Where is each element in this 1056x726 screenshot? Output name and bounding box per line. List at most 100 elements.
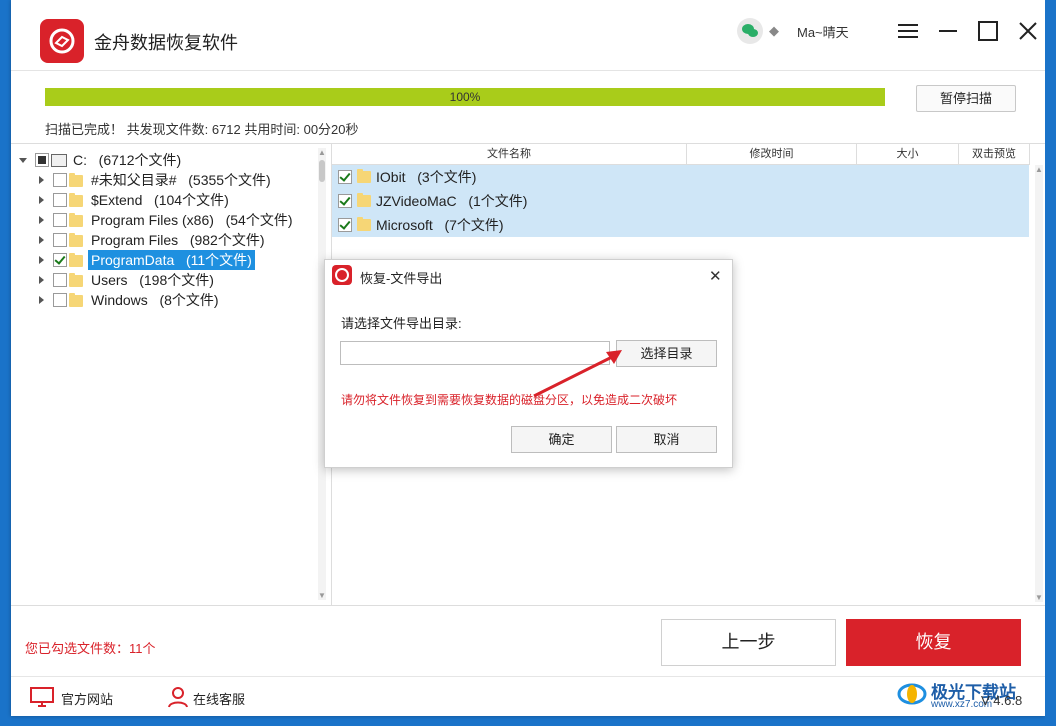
column-header-name[interactable]: 文件名称 [332,144,687,165]
drive-count: (6712个文件) [98,152,182,168]
previous-step-button[interactable]: 上一步 [661,619,836,666]
expand-icon[interactable] [39,296,44,304]
file-name: JZVideoMaC [376,193,457,209]
file-row[interactable]: Microsoft (7个文件) [332,213,1029,237]
app-logo-icon [40,19,84,63]
checkbox[interactable] [53,273,67,287]
ok-button[interactable]: 确定 [511,426,612,453]
username[interactable]: Ma~晴天 [797,22,849,41]
official-site-link[interactable]: 官方网站 [61,689,113,708]
minimize-icon[interactable] [935,18,961,44]
scroll-up-icon[interactable]: ▲ [318,148,326,157]
dialog-title: 恢复-文件导出 [360,271,443,286]
folder-icon [69,273,83,287]
progress-text: 100% [449,90,481,104]
tree-item[interactable]: Users (198个文件) [37,270,327,290]
file-row[interactable]: IObit (3个文件) [332,165,1029,189]
expand-icon[interactable] [39,176,44,184]
tree-item-count: (104个文件) [154,192,229,208]
selected-count-text: 您已勾选文件数：11个 [25,641,156,656]
close-icon[interactable] [1015,18,1041,44]
tree-item-name: #未知父目录# [91,172,177,188]
checkbox[interactable] [53,233,67,247]
dialog-logo-icon [332,265,352,285]
scroll-up-icon[interactable]: ▲ [1035,165,1043,174]
tree-item[interactable]: Windows (8个文件) [37,290,327,310]
folder-icon [69,253,83,267]
customer-service-icon [167,686,189,711]
column-header-modified[interactable]: 修改时间 [687,144,857,165]
tree-item-count: (198个文件) [139,272,214,288]
checkbox[interactable] [53,253,67,267]
checkbox[interactable] [53,213,67,227]
title-bar: 金舟数据恢复软件 ◆ Ma~晴天 [11,0,1045,71]
tree-item-count: (8个文件) [159,292,219,308]
scan-status-text: 扫描已完成！ 共发现文件数: 6712 共用时间: 00分20秒 [45,122,359,137]
folder-icon [69,213,83,227]
file-count: (7个文件) [444,217,504,233]
cancel-button[interactable]: 取消 [616,426,717,453]
tree-item-count: (11个文件) [185,252,252,268]
file-count: (1个文件) [468,193,528,209]
folder-icon [357,193,371,207]
app-window: 金舟数据恢复软件 ◆ Ma~晴天 100% 暂停扫描 扫描已完成！ 共发现文件数… [11,0,1045,716]
expand-icon[interactable] [39,256,44,264]
folder-icon [357,217,371,231]
tree-item[interactable]: $Extend (104个文件) [37,190,327,210]
file-count: (3个文件) [417,169,477,185]
checkbox[interactable] [53,193,67,207]
column-header-size[interactable]: 大小 [857,144,959,165]
scroll-down-icon[interactable]: ▼ [318,591,326,600]
checkbox[interactable] [338,170,352,184]
tree-item[interactable]: Program Files (982个文件) [37,230,327,250]
recover-button[interactable]: 恢复 [846,619,1021,666]
wechat-icon[interactable] [737,18,763,44]
checkbox[interactable] [35,153,49,167]
scrollbar-thumb[interactable] [319,160,325,182]
dialog-close-icon[interactable]: ✕ [709,267,722,285]
column-header-preview[interactable]: 双击预览 [959,144,1030,165]
tree-item[interactable]: Program Files (x86) (54个文件) [37,210,327,230]
expand-icon[interactable] [39,236,44,244]
checkbox[interactable] [53,293,67,307]
dialog-title-bar: 恢复-文件导出 ✕ [325,260,732,290]
watermark-logo-icon [897,683,927,705]
drive-name: C: [73,152,87,168]
tree-item-count: (982个文件) [189,232,265,248]
expand-icon[interactable] [39,196,44,204]
folder-icon [69,173,83,187]
online-service-link[interactable]: 在线客服 [193,689,245,708]
collapse-icon[interactable] [19,158,27,163]
tree-root-drive[interactable]: C: (6712个文件) [19,150,309,170]
file-list-scrollbar[interactable]: ▲ ▼ [1035,165,1043,602]
folder-icon [357,169,371,183]
tree-item[interactable]: #未知父目录# (5355个文件) [37,170,327,190]
checkbox[interactable] [338,194,352,208]
annotation-arrow-icon [533,350,622,398]
expand-icon[interactable] [39,276,44,284]
pause-scan-button[interactable]: 暂停扫描 [916,85,1016,112]
menu-icon[interactable] [895,18,921,44]
folder-icon [69,233,83,247]
scan-progress-bar: 100% [45,88,885,106]
file-row[interactable]: JZVideoMaC (1个文件) [332,189,1029,213]
folder-icon [69,193,83,207]
expand-icon[interactable] [39,216,44,224]
app-title: 金舟数据恢复软件 [94,33,238,53]
desktop-edge [1045,0,1056,726]
version-text: V 4.6.8 [981,693,1023,708]
vip-diamond-icon: ◆ [769,23,779,38]
checkbox[interactable] [338,218,352,232]
scroll-down-icon[interactable]: ▼ [1035,593,1043,602]
tree-item-name: Program Files (x86) [91,212,214,228]
folder-icon [69,293,83,307]
file-name: IObit [376,169,406,185]
checkbox[interactable] [53,173,67,187]
monitor-icon [29,686,55,711]
tree-item-name: Users [91,272,128,288]
tree-item-name: Program Files [91,232,179,248]
maximize-icon[interactable] [975,18,1001,44]
tree-item-selected[interactable]: ProgramData (11个文件) [37,250,327,270]
drive-icon [51,154,67,167]
tree-item-count: (5355个文件) [188,172,271,188]
